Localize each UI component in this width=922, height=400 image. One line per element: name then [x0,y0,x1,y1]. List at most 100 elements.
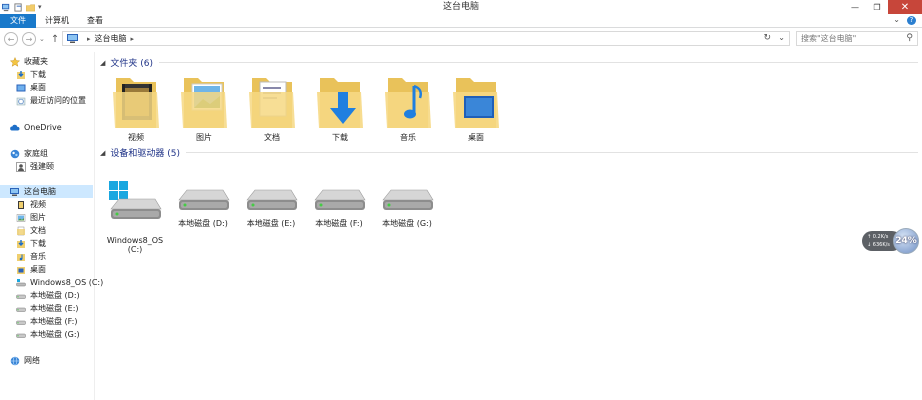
sidebar-item-drive-c[interactable]: Windows8_OS (C:) [16,276,103,289]
search-input[interactable]: 搜索"这台电脑" ⚲ [796,31,918,46]
sidebar-item-network[interactable]: 网络 [10,354,40,367]
sidebar-item-onedrive[interactable]: OneDrive [10,121,62,134]
hard-drive-icon [16,320,26,325]
tab-computer[interactable]: 计算机 [36,14,78,28]
sidebar-item-label: 家庭组 [24,149,48,158]
music-icon [17,253,25,261]
folder-music[interactable]: 音乐 [378,70,438,143]
downloads-folder-icon [317,78,363,128]
sidebar-item-drive-d[interactable]: 本地磁盘 (D:) [16,289,80,302]
sidebar-item-label: 收藏夹 [24,57,48,66]
sidebar-item-label: 图片 [30,213,46,222]
group-divider [159,62,918,63]
sidebar-item-label: 下载 [30,239,46,248]
drive-d[interactable]: 本地磁盘 (D:) [170,170,236,229]
sidebar-item-label: 最近访问的位置 [30,96,86,105]
sidebar-item-label: 桌面 [30,265,46,274]
breadcrumb-separator[interactable]: ▸ [131,35,135,43]
forward-button[interactable]: → [22,32,36,46]
navigation-bar: ← → ⌄ ↑ ▸ 这台电脑 ▸ ⌄ ↻ 搜索"这台电脑" ⚲ [0,28,922,50]
sidebar-item-label: 强建颐 [30,162,54,171]
sidebar-item-label: 这台电脑 [24,187,56,196]
system-drive-icon [109,181,162,219]
sidebar-item-desktop[interactable]: 桌面 [16,263,46,276]
cloud-icon [10,124,20,130]
folder-pictures[interactable]: 图片 [174,70,234,143]
sidebar-item-recent-places[interactable]: 最近访问的位置 [16,94,86,107]
sidebar-item-label: Windows8_OS (C:) [30,278,104,287]
hard-drive-icon [16,307,26,312]
address-dropdown-icon[interactable]: ⌄ [778,33,785,42]
group-title: 文件夹 (6) [110,59,154,69]
sidebar-item-label: 音乐 [30,252,46,261]
drive-g[interactable]: 本地磁盘 (G:) [374,170,440,229]
sidebar-item-videos[interactable]: 视频 [16,198,46,211]
help-icon[interactable]: ? [907,16,916,25]
sidebar-item-this-pc[interactable]: 这台电脑 [0,185,93,198]
sidebar-item-downloads[interactable]: 下载 [16,237,46,250]
folder-desktop[interactable]: 桌面 [446,70,506,143]
minimize-button[interactable]: — [844,0,866,14]
drive-label: 本地磁盘 (F:) [315,219,363,228]
drive-e[interactable]: 本地磁盘 (E:) [238,170,304,229]
group-title: 设备和驱动器 (5) [110,149,181,159]
sidebar-item-label: OneDrive [24,123,62,132]
folder-videos[interactable]: 视频 [106,70,166,143]
sidebar-item-drive-e[interactable]: 本地磁盘 (E:) [16,302,79,315]
back-button[interactable]: ← [4,32,18,46]
tab-file[interactable]: 文件 [0,13,36,28]
folder-label: 下载 [332,133,348,142]
desktop-icon [16,84,26,91]
sidebar-item-label: 本地磁盘 (G:) [30,330,80,339]
drive-c[interactable]: Windows8_OS (C:) [102,170,168,263]
sidebar-item-label: 本地磁盘 (D:) [30,291,80,300]
this-pc-icon [10,187,19,196]
close-button[interactable]: ✕ [888,0,922,14]
pictures-folder-icon [181,78,227,128]
drive-label: 本地磁盘 (E:) [246,219,296,228]
collapse-icon[interactable]: ◢ [100,59,105,67]
folders-group-header[interactable]: ◢ 文件夹 (6) [100,56,918,69]
collapse-icon[interactable]: ◢ [100,149,105,157]
sidebar-item-documents[interactable]: 文档 [16,224,46,237]
memory-usage-ball[interactable]: 24% [893,228,919,254]
search-icon[interactable]: ⚲ [906,33,913,43]
content-pane: ◢ 文件夹 (6) 视频 图片 文档 下载 音乐 桌面 ◢ 设备和驱动器 (5)… [96,52,922,400]
hard-drive-icon [314,189,366,210]
homegroup-icon [10,149,20,158]
sidebar-item-drive-f[interactable]: 本地磁盘 (F:) [16,315,77,328]
sidebar-item-user[interactable]: 强建颐 [16,160,54,173]
sidebar-item-pictures[interactable]: 图片 [16,211,46,224]
user-icon [16,161,26,172]
sidebar-item-drive-g[interactable]: 本地磁盘 (G:) [16,328,80,341]
drive-label: 本地磁盘 (G:) [382,219,432,228]
drive-f[interactable]: 本地磁盘 (F:) [306,170,372,229]
refresh-icon[interactable]: ↻ [763,33,771,43]
sidebar-item-label: 网络 [24,356,40,365]
tab-view[interactable]: 查看 [78,14,112,28]
up-button[interactable]: ↑ [51,34,59,45]
folder-label: 视频 [128,133,144,142]
hard-drive-icon [178,189,230,210]
breadcrumb-this-pc[interactable]: 这台电脑 [95,33,127,44]
sidebar-item-downloads-fav[interactable]: 下载 [16,68,46,81]
drives-group-header[interactable]: ◢ 设备和驱动器 (5) [100,146,918,159]
sidebar-item-homegroup[interactable]: 家庭组 [10,147,48,160]
network-speed-widget[interactable]: ↑ 0.2K/s ↓ 636K/s 24% [862,228,919,254]
recent-places-icon [16,97,26,105]
expand-ribbon-icon[interactable]: ⌄ [893,15,900,24]
sidebar-item-desktop-fav[interactable]: 桌面 [16,81,46,94]
recent-locations-button[interactable]: ⌄ [39,35,45,43]
hard-drive-icon [246,189,298,210]
folder-downloads[interactable]: 下载 [310,70,370,143]
breadcrumb-separator[interactable]: ▸ [87,35,91,43]
sidebar-item-music[interactable]: 音乐 [16,250,46,263]
ribbon-tabs: 文件 计算机 查看 ⌄ ? [0,13,922,28]
address-bar[interactable]: ▸ 这台电脑 ▸ ⌄ ↻ [62,31,790,46]
desktop-icon [17,266,25,274]
sidebar-item-favorites[interactable]: 收藏夹 [10,55,48,68]
hard-drive-icon [16,294,26,299]
maximize-button[interactable]: ❐ [866,0,888,14]
folder-documents[interactable]: 文档 [242,70,302,143]
folder-label: 桌面 [468,133,484,142]
